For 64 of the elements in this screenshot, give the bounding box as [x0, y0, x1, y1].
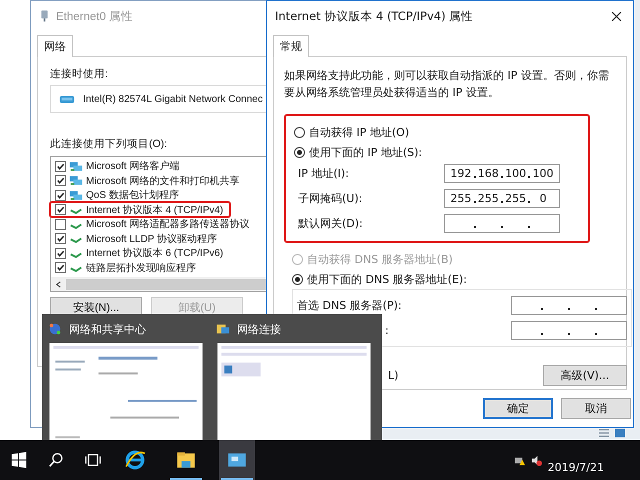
- ip-address-field[interactable]: 255 255 255 0: [444, 189, 560, 208]
- list-item[interactable]: Microsoft LLDP 协议驱动程序: [86, 232, 217, 246]
- task-view-icon[interactable]: [84, 451, 102, 469]
- validate-checkbox-label: L): [387, 369, 398, 382]
- scroll-left-icon[interactable]: [55, 280, 62, 288]
- radio-label[interactable]: 自动获得 IP 地址(O): [309, 124, 410, 140]
- ip-address-field[interactable]: [511, 321, 627, 340]
- preview-title[interactable]: 网络连接: [237, 322, 281, 336]
- network-globe-icon: [48, 322, 62, 336]
- radio-button[interactable]: [294, 146, 305, 158]
- ip-address-field[interactable]: [511, 296, 627, 315]
- window-title: Internet 协议版本 4 (TCP/IPv4) 属性: [275, 8, 474, 24]
- start-button-icon[interactable]: [10, 451, 28, 469]
- checkbox[interactable]: [55, 204, 66, 216]
- network-client-icon: [69, 160, 83, 172]
- close-icon[interactable]: [611, 10, 622, 22]
- connect-using-label: 连接时使用:: [50, 67, 109, 81]
- checkbox[interactable]: [55, 190, 66, 201]
- list-item[interactable]: Microsoft 网络的文件和打印机共享: [86, 174, 240, 188]
- checkbox[interactable]: [55, 233, 66, 244]
- search-icon[interactable]: [47, 451, 65, 469]
- network-adapter-icon: [39, 9, 50, 23]
- radio-label[interactable]: 使用下面的 DNS 服务器地址(E):: [307, 272, 467, 286]
- network-client-icon: [69, 175, 83, 186]
- ip-address-field[interactable]: [444, 214, 560, 233]
- field-label: :: [384, 324, 389, 337]
- details-view-icon[interactable]: [598, 428, 610, 438]
- taskbar-clock[interactable]: 2019/7/21: [548, 446, 604, 474]
- checkbox[interactable]: [55, 262, 66, 274]
- list-item[interactable]: 链路层拓扑发现响应程序: [86, 260, 196, 275]
- checkbox[interactable]: [55, 175, 66, 186]
- network-folder-icon: [216, 322, 230, 336]
- tab[interactable]: 常规: [273, 35, 309, 57]
- description-text: 如果网络支持此功能，则可以获取自动指派的 IP 设置。否则，你需要从网络系统管理员处获得适当的 IP 设置。: [284, 68, 610, 101]
- dialog-button[interactable]: 确定: [483, 398, 553, 419]
- list-item[interactable]: Internet 协议版本 6 (TCP/IPv6): [86, 246, 224, 260]
- list-item[interactable]: Internet 协议版本 4 (TCP/IPv4): [86, 202, 224, 217]
- network-client-icon: [69, 190, 83, 201]
- list-item[interactable]: Microsoft 网络客户端: [86, 159, 180, 174]
- speaker-muted-icon[interactable]: [530, 454, 542, 466]
- taskbar-button[interactable]: [219, 440, 255, 480]
- field-label: 子网掩码(U):: [298, 191, 362, 206]
- field-label: IP 地址(I):: [298, 166, 349, 181]
- field-label: 默认网关(D):: [298, 216, 363, 231]
- ip-address-field[interactable]: 192 168 100 100: [444, 164, 560, 183]
- items-label: 此连接使用下列项目(O):: [50, 137, 168, 151]
- advanced-button[interactable]: 高级(V)...: [543, 365, 627, 386]
- checkbox[interactable]: [55, 160, 66, 172]
- browser-e-icon[interactable]: [124, 449, 146, 471]
- checkbox[interactable]: [55, 218, 66, 230]
- window-title: Ethernet0 属性: [56, 10, 134, 24]
- radio-label[interactable]: 使用下面的 IP 地址(S):: [309, 144, 422, 160]
- radio-button[interactable]: [292, 274, 303, 284]
- tab[interactable]: 网络: [37, 35, 73, 57]
- network-adapter-icon: [59, 94, 75, 104]
- field-label: 首选 DNS 服务器(P):: [297, 298, 402, 313]
- checkbox[interactable]: [55, 248, 66, 259]
- large-icons-view-icon[interactable]: [614, 428, 626, 438]
- adapter-name: Intel(R) 82574L Gigabit Network Connec: [83, 94, 263, 104]
- radio-button[interactable]: [294, 126, 305, 138]
- dialog-button[interactable]: 取消: [561, 398, 631, 419]
- list-item[interactable]: QoS 数据包计划程序: [86, 188, 179, 202]
- preview-title[interactable]: 网络和共享中心: [69, 322, 146, 336]
- list-item[interactable]: Microsoft 网络适配器多路传送器协议: [86, 217, 250, 232]
